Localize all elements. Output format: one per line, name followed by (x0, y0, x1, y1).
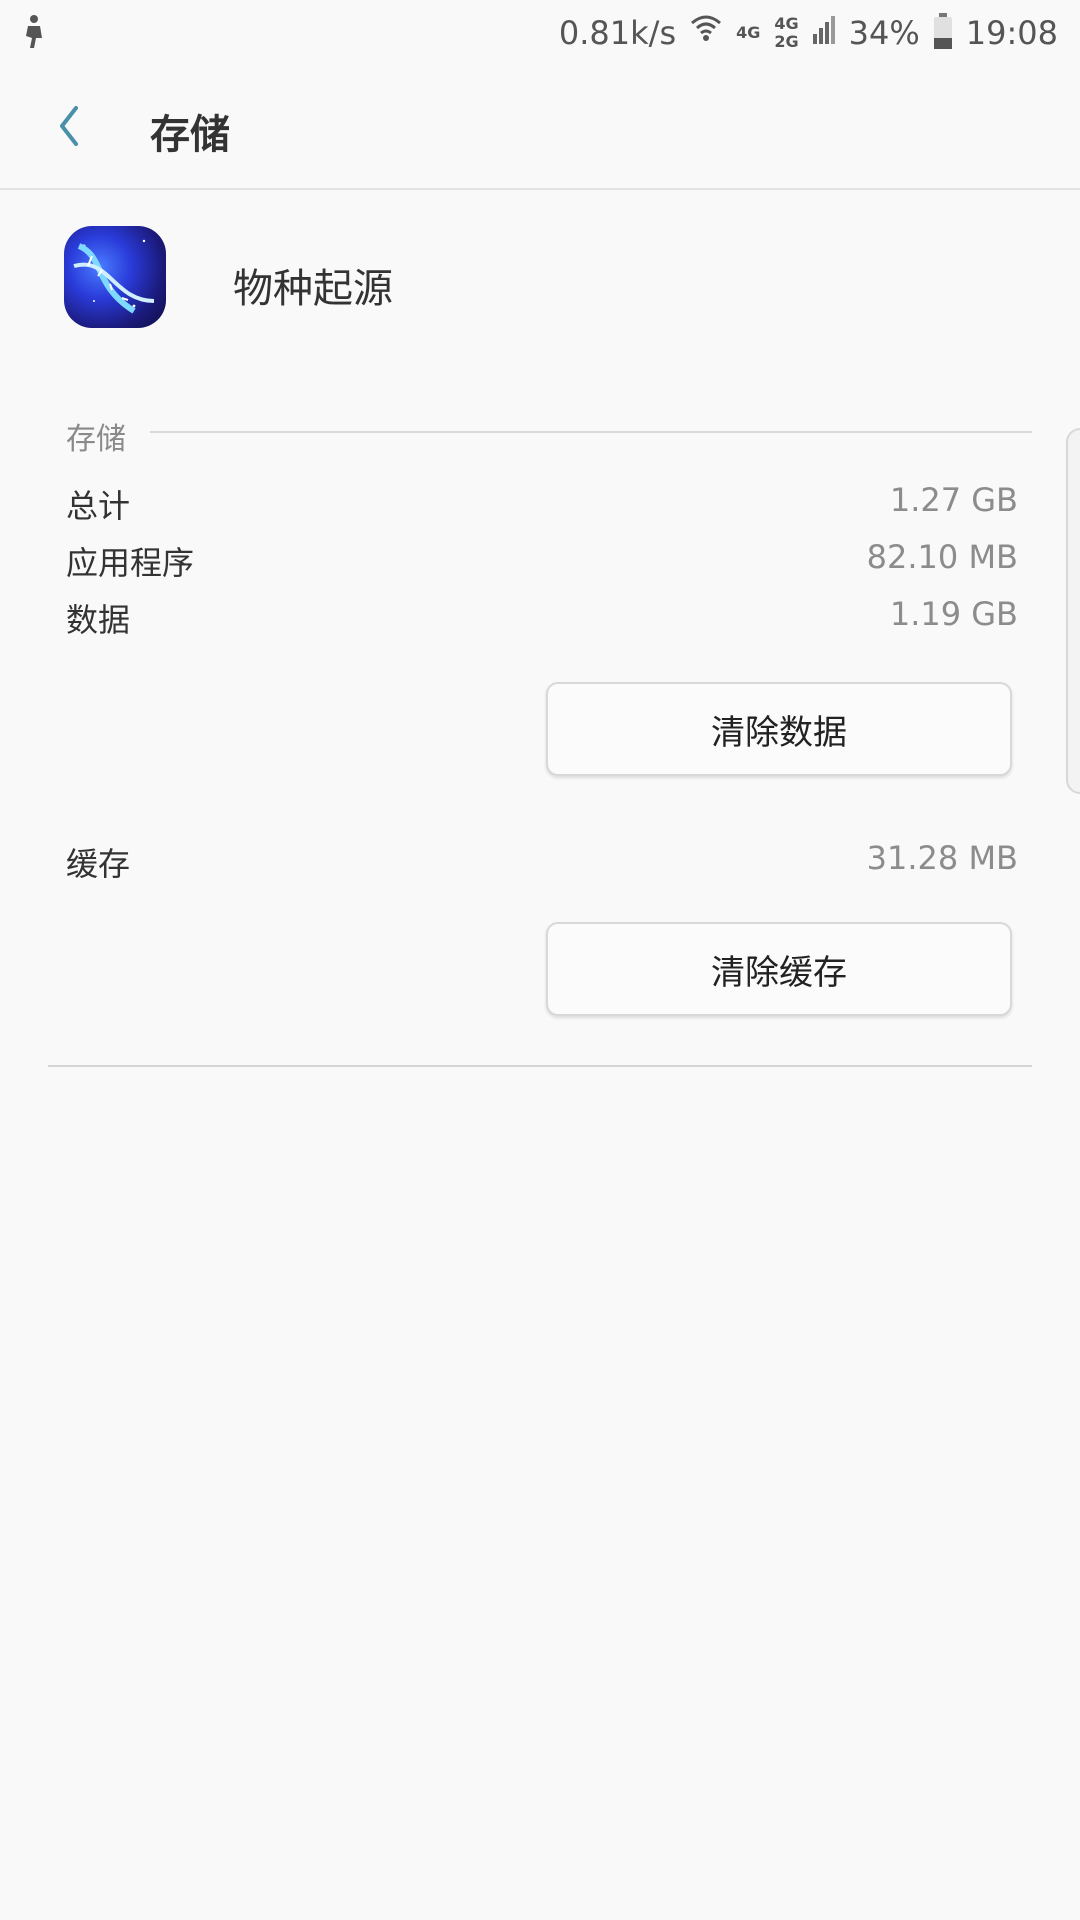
dna-app-icon (64, 226, 166, 328)
sim2-network-label: 2G (774, 32, 799, 51)
application-label: 应用程序 (66, 544, 195, 582)
back-button[interactable] (46, 96, 98, 156)
section-header-storage: 存储 (66, 422, 126, 457)
battery-icon (933, 13, 952, 49)
section-divider (150, 431, 1032, 433)
network-speed: 0.81k/s (558, 14, 677, 52)
notification-icon (20, 14, 50, 50)
app-bar: 存储 (0, 66, 1080, 190)
clear-data-button[interactable]: 清除数据 (546, 682, 1012, 776)
status-bar: 0.81k/s 4G 4G 2G 34% 19:08 (0, 0, 1080, 66)
total-value: 1.27 GB (889, 481, 1018, 519)
battery-percent: 34% (848, 14, 920, 52)
clear-cache-button[interactable]: 清除缓存 (546, 922, 1012, 1016)
bottom-divider (48, 1065, 1032, 1067)
network-type-label: 4G (736, 23, 761, 42)
total-label: 总计 (66, 487, 131, 525)
clock: 19:08 (965, 14, 1058, 52)
signal-icon: 4G 2G (774, 16, 798, 50)
sim1-network-label: 4G (774, 14, 799, 33)
chevron-left-icon (60, 106, 78, 146)
cache-label: 缓存 (66, 845, 131, 883)
status-right: 0.81k/s 4G 4G 2G 34% 19:08 (559, 10, 1058, 56)
edge-panel-handle[interactable] (1066, 428, 1080, 794)
data-value: 1.19 GB (889, 595, 1018, 633)
data-label: 数据 (66, 601, 131, 639)
wifi-icon (690, 13, 722, 53)
app-name: 物种起源 (233, 266, 393, 312)
signal-bars-icon (812, 14, 835, 52)
page-title: 存储 (150, 112, 230, 158)
application-value: 82.10 MB (866, 538, 1018, 576)
cache-value: 31.28 MB (866, 839, 1018, 877)
